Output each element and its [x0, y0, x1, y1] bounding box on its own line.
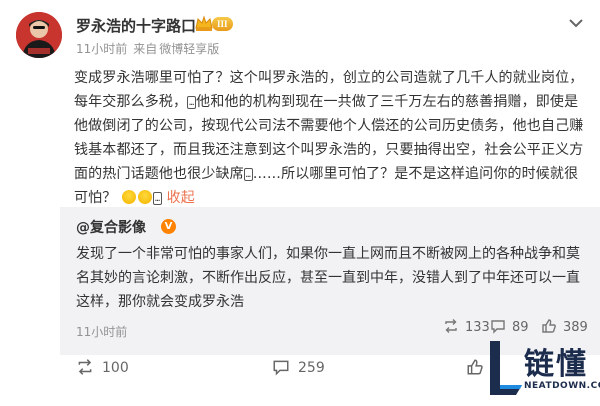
comment-button[interactable]: 259 — [272, 358, 325, 376]
repost-icon — [445, 319, 457, 333]
retweet-author[interactable]: @复合影像 — [76, 217, 146, 237]
thumbs-up-icon — [467, 359, 483, 375]
source-prefix: 来自 — [133, 42, 158, 56]
retweet-like-button[interactable]: 389 — [541, 318, 588, 335]
avatar[interactable] — [16, 12, 62, 58]
watermark-text: 链懂 — [524, 347, 588, 382]
post-meta: 11小时前 来自 微博轻享版 — [76, 40, 225, 57]
retweet-like-count: 389 — [563, 320, 588, 335]
retweet-text: 发现了一个非常可怕的事家人们，如果你一直上网而且不断被网上的各种战争和莫名其妙的… — [76, 246, 580, 310]
chevron-down-icon[interactable] — [568, 16, 584, 30]
repost-button[interactable]: 100 — [76, 358, 129, 376]
retweet-comment-button[interactable]: 89 — [490, 318, 529, 335]
post-time[interactable]: 11小时前 — [76, 42, 127, 56]
post-text: 变成罗永浩哪里可怕了？这个叫罗永浩的，创立的公司造就了几千人的就业岗位，每年交那… — [74, 66, 588, 210]
level-badge: III — [212, 17, 233, 31]
watermark-url: NEATDOWN.COM — [524, 381, 600, 391]
repost-icon — [78, 359, 92, 375]
thumbs-up-icon — [542, 319, 556, 333]
dots-emoji-icon: … — [187, 96, 197, 109]
retweet-repost-count: 133 — [465, 320, 490, 335]
retweet-card[interactable]: @复合影像 V 发现了一个非常可怕的事家人们，如果你一直上网而且不断被网上的各种… — [60, 207, 600, 355]
repost-count: 100 — [102, 360, 129, 376]
laughing-emoji-icon — [138, 190, 153, 204]
dots-emoji-icon: … — [243, 168, 253, 181]
dots-emoji-icon: … — [153, 192, 163, 205]
retweet-time[interactable]: 11小时前 — [76, 323, 127, 340]
verified-badge-icon: V — [161, 219, 176, 234]
retweet-repost-button[interactable]: 133 — [443, 318, 490, 335]
laughing-emoji-icon — [122, 190, 137, 204]
crown-icon — [195, 15, 213, 31]
retweet-comment-count: 89 — [512, 320, 529, 335]
comment-icon — [273, 360, 289, 376]
watermark-logo-icon — [490, 341, 522, 395]
comment-icon — [491, 320, 505, 334]
collapse-link[interactable]: 收起 — [167, 190, 195, 206]
post-author[interactable]: 罗永浩的十字路口 — [76, 15, 196, 36]
comment-count: 259 — [298, 360, 325, 376]
post-source[interactable]: 微博轻享版 — [159, 42, 219, 56]
